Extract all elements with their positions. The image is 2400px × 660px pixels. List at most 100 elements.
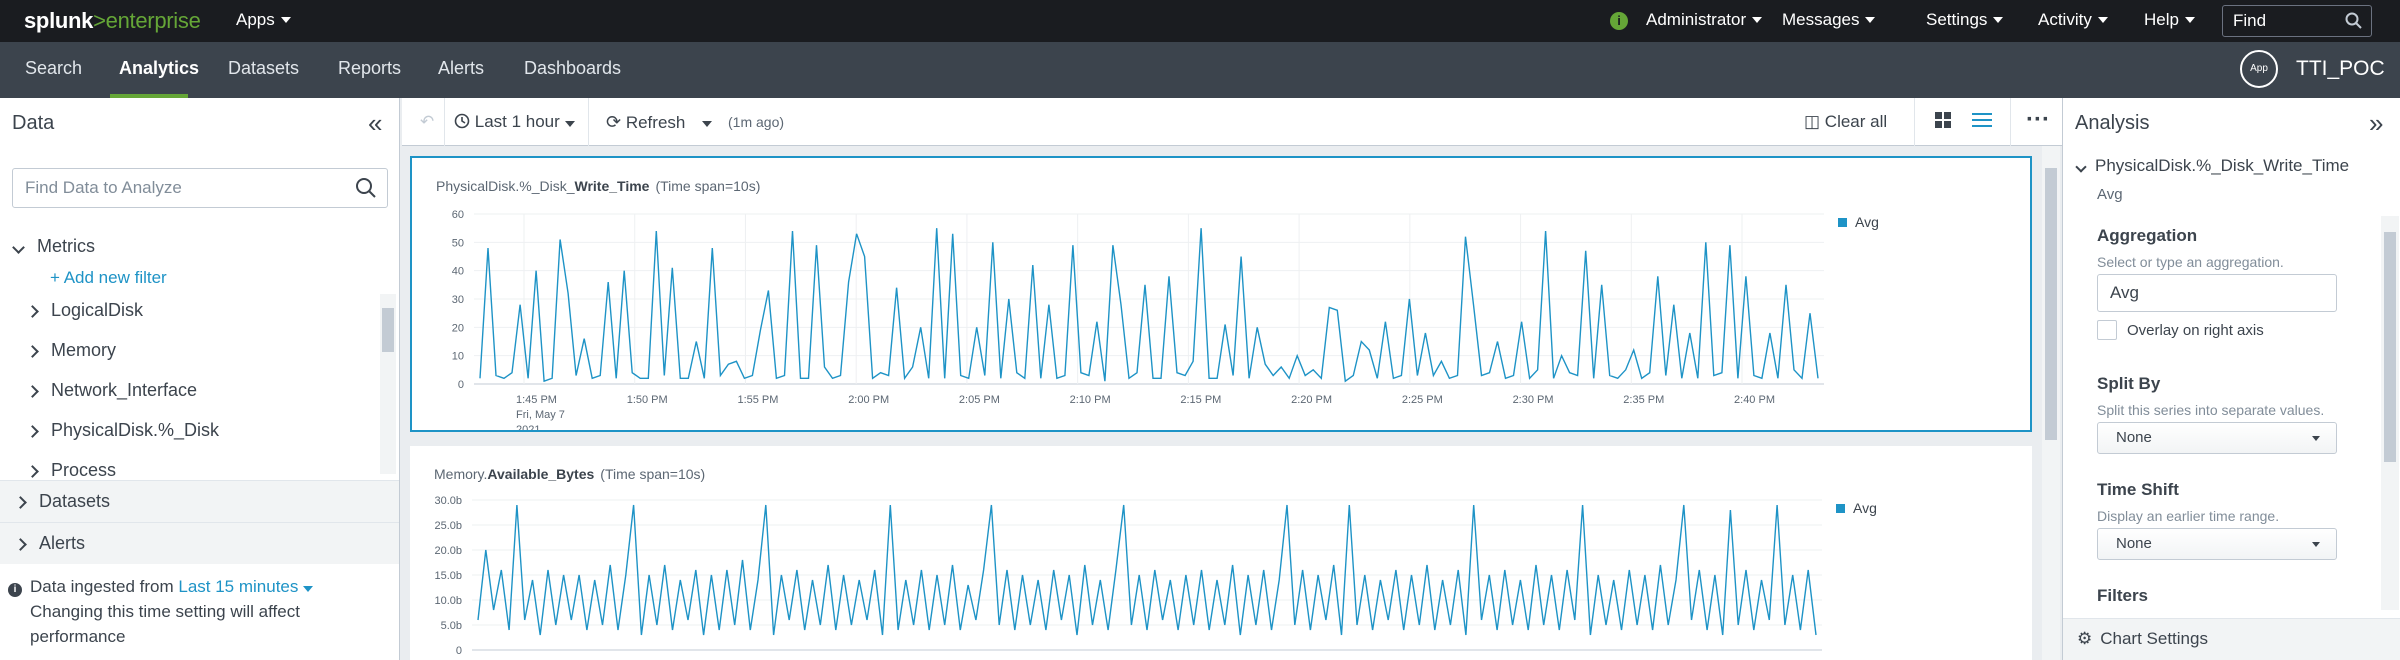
settings-menu[interactable]: Settings bbox=[1926, 10, 2004, 30]
app-icon[interactable]: App bbox=[2240, 50, 2278, 88]
app-name[interactable]: TTI_POC bbox=[2296, 57, 2385, 81]
collapse-left-icon[interactable]: « bbox=[368, 108, 382, 139]
gear-icon: ⚙ bbox=[2077, 629, 2093, 648]
refresh-label: Refresh bbox=[625, 113, 686, 132]
chevron-down-icon bbox=[303, 586, 314, 592]
metric-group-memory[interactable]: Memory bbox=[26, 340, 116, 361]
chevron-down-icon bbox=[1752, 17, 1763, 23]
series-aggregation: Avg bbox=[2097, 186, 2123, 203]
divider bbox=[2010, 98, 2011, 146]
chart-settings-label: Chart Settings bbox=[2100, 629, 2208, 648]
metric-group-network[interactable]: Network_Interface bbox=[26, 380, 197, 401]
y-tick-label: 40 bbox=[452, 266, 464, 278]
scrollbar-thumb[interactable] bbox=[2384, 232, 2396, 462]
chevron-down-icon bbox=[564, 121, 575, 127]
chevron-right-icon bbox=[26, 425, 39, 438]
divider bbox=[588, 98, 589, 146]
refresh-button[interactable]: ⟳ Refresh bbox=[606, 112, 685, 133]
chevron-down-icon bbox=[702, 121, 712, 127]
scrollbar-thumb[interactable] bbox=[382, 308, 394, 352]
tab-datasets[interactable]: Datasets bbox=[228, 58, 299, 79]
filters-heading: Filters bbox=[2097, 586, 2149, 605]
chevron-down-icon bbox=[2312, 542, 2320, 547]
datasets-section[interactable]: Datasets bbox=[0, 480, 399, 522]
tab-reports[interactable]: Reports bbox=[338, 58, 401, 79]
undo-icon[interactable]: ↶ bbox=[420, 112, 434, 132]
metric-group-logicaldisk[interactable]: LogicalDisk bbox=[26, 300, 144, 321]
metrics-scrollbar[interactable] bbox=[380, 294, 396, 474]
app-bar: Search Analytics Datasets Reports Alerts… bbox=[0, 42, 2400, 98]
chart-settings-section[interactable]: ⚙ Chart Settings bbox=[2063, 618, 2400, 660]
time-range-picker[interactable]: Last 1 hour bbox=[454, 112, 575, 132]
clear-all-label: Clear all bbox=[1824, 112, 1888, 131]
settings-menu-label: Settings bbox=[1926, 10, 1988, 29]
logo-arrow: > bbox=[93, 8, 106, 33]
analysis-scrollbar[interactable] bbox=[2381, 216, 2399, 610]
x-tick-label: 2:05 PM bbox=[959, 394, 1000, 406]
find-data-input[interactable]: Find Data to Analyze bbox=[12, 168, 388, 208]
add-filter-link[interactable]: + Add new filter bbox=[50, 268, 167, 288]
logo-product: enterprise bbox=[105, 8, 201, 33]
logo-main: splunk bbox=[24, 8, 94, 33]
divider bbox=[1914, 98, 1915, 146]
ingest-notice: i Data ingested from Last 15 minutes Chan… bbox=[8, 574, 388, 649]
y-tick-label: 20.0b bbox=[434, 545, 462, 557]
chevron-right-icon bbox=[26, 345, 39, 358]
messages-menu[interactable]: Messages bbox=[1782, 10, 1876, 30]
alerts-section[interactable]: Alerts bbox=[0, 522, 399, 564]
tab-search[interactable]: Search bbox=[25, 58, 82, 79]
split-by-heading: Split By bbox=[2097, 374, 2161, 393]
chevron-right-icon bbox=[26, 305, 39, 318]
clear-all-button[interactable]: ◫ Clear all bbox=[1804, 112, 1887, 132]
series-header[interactable]: PhysicalDisk.%_Disk_Write_Time bbox=[2075, 156, 2349, 176]
chart-card-available-bytes[interactable]: Memory.Available_Bytes (Time span=10s) Av… bbox=[410, 446, 2032, 660]
y-tick-label: 15.0b bbox=[434, 570, 462, 582]
overlay-checkbox[interactable] bbox=[2097, 320, 2117, 340]
metrics-node[interactable]: Metrics bbox=[12, 236, 95, 257]
time-shift-select[interactable]: None bbox=[2097, 528, 2337, 560]
activity-menu[interactable]: Activity bbox=[2038, 10, 2108, 30]
workspace-scrollbar[interactable] bbox=[2042, 146, 2060, 660]
metric-group-label: Process bbox=[51, 460, 117, 480]
grid-view-icon[interactable] bbox=[1934, 111, 1952, 134]
y-tick-label: 10.0b bbox=[434, 595, 462, 607]
split-by-value: None bbox=[2116, 429, 2152, 446]
data-panel-title: Data bbox=[12, 112, 55, 134]
apps-menu[interactable]: Apps bbox=[236, 10, 291, 30]
search-icon bbox=[356, 178, 376, 198]
scrollbar-thumb[interactable] bbox=[2045, 168, 2057, 440]
metric-group-label: LogicalDisk bbox=[51, 300, 144, 320]
alerts-label: Alerts bbox=[39, 533, 86, 553]
list-view-icon[interactable] bbox=[1972, 111, 1992, 134]
metrics-label: Metrics bbox=[37, 236, 95, 256]
clear-icon: ◫ bbox=[1804, 112, 1821, 131]
refresh-dropdown[interactable] bbox=[702, 112, 712, 132]
y-tick-label: 10 bbox=[452, 351, 464, 363]
user-menu[interactable]: Administrator bbox=[1646, 10, 1763, 30]
list-icon bbox=[1972, 113, 1992, 127]
find-input[interactable]: Find bbox=[2222, 5, 2372, 37]
collapse-right-icon[interactable]: » bbox=[2369, 108, 2383, 139]
metric-group-physicaldisk[interactable]: PhysicalDisk.%_Disk bbox=[26, 420, 220, 441]
metric-group-label: PhysicalDisk.%_Disk bbox=[51, 420, 220, 440]
splunk-logo[interactable]: splunk>enterprise bbox=[24, 8, 201, 34]
tab-analytics[interactable]: Analytics bbox=[119, 58, 199, 79]
x-tick-label: 2:25 PM bbox=[1402, 394, 1443, 406]
info-icon[interactable]: i bbox=[1610, 12, 1628, 30]
metric-group-process[interactable]: Process bbox=[26, 460, 117, 481]
y-tick-label: 5.0b bbox=[441, 620, 462, 632]
y-tick-label: 30.0b bbox=[434, 495, 462, 507]
split-by-select[interactable]: None bbox=[2097, 422, 2337, 454]
time-shift-value: None bbox=[2116, 535, 2152, 552]
more-options-icon[interactable]: ··· bbox=[2026, 106, 2050, 134]
ingest-prefix: Data ingested from bbox=[30, 577, 174, 596]
help-menu[interactable]: Help bbox=[2144, 10, 2195, 30]
aggregation-input[interactable]: Avg bbox=[2097, 274, 2337, 312]
chevron-right-icon bbox=[14, 496, 27, 509]
y-tick-label: 60 bbox=[452, 209, 464, 221]
tab-dashboards[interactable]: Dashboards bbox=[524, 58, 621, 79]
tab-alerts[interactable]: Alerts bbox=[438, 58, 484, 79]
ingest-range-dropdown[interactable]: Last 15 minutes bbox=[178, 577, 314, 596]
x-tick-label: 2:15 PM bbox=[1180, 394, 1221, 406]
chart-card-disk-write-time[interactable]: PhysicalDisk.%_Disk_Write_Time (Time span… bbox=[410, 156, 2032, 432]
